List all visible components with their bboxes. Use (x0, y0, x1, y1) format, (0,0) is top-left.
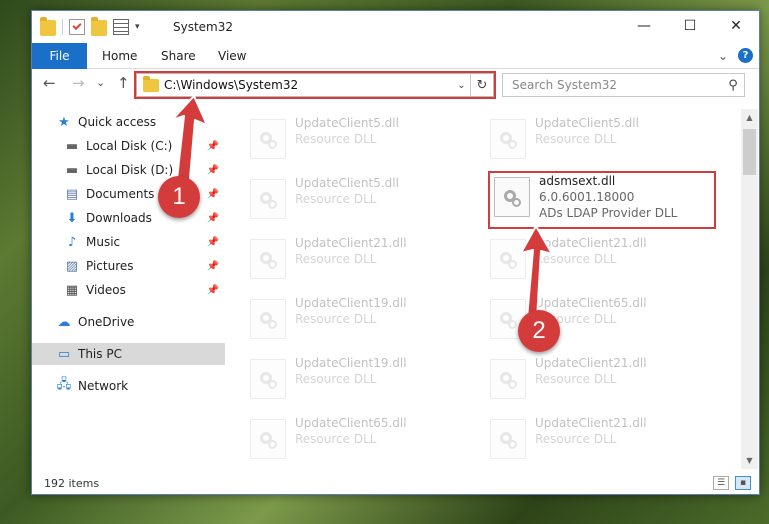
search-input[interactable]: Search System32 (503, 78, 722, 92)
up-button[interactable]: ↑ (117, 74, 130, 92)
dll-file-icon (490, 419, 526, 459)
music-icon: ♪ (67, 234, 77, 250)
downloads-icon: ⬇ (66, 210, 78, 226)
tab-file[interactable]: File (32, 43, 87, 69)
file-item[interactable]: UpdateClient19.dll Resource DLL (250, 355, 470, 407)
file-list: UpdateClient5.dll Resource DLL UpdateClie… (228, 109, 740, 469)
tab-share[interactable]: Share (161, 43, 196, 69)
minimize-button[interactable]: — (621, 11, 667, 41)
vertical-scrollbar[interactable]: ▲ ▼ (741, 109, 758, 469)
help-icon[interactable]: ? (738, 48, 753, 63)
status-bar: 192 items ☰ ▪ (32, 471, 759, 495)
pin-icon[interactable]: 📌 (207, 165, 219, 176)
search-icon[interactable]: ⚲ (722, 78, 744, 93)
dll-file-icon (490, 119, 526, 159)
scroll-down-icon[interactable]: ▼ (741, 452, 758, 469)
file-item-adsmsext[interactable]: adsmsext.dll 6.0.6001.18000 ADs LDAP Pro… (494, 173, 714, 225)
address-bar[interactable]: C:\Windows\System32 ⌄ ↻ (136, 73, 494, 97)
dll-file-icon (250, 119, 286, 159)
file-item[interactable]: UpdateClient19.dll Resource DLL (250, 295, 470, 347)
details-view-icon[interactable]: ☰ (713, 476, 729, 490)
cloud-icon: ☁ (57, 314, 71, 330)
drive-icon: ▬ (65, 162, 79, 178)
refresh-icon[interactable]: ↻ (471, 78, 493, 93)
file-item[interactable]: UpdateClient5.dll Resource DLL (250, 175, 470, 227)
window-title: System32 (173, 20, 234, 34)
ribbon-tabs: File Home Share View ⌄ ? (32, 43, 759, 69)
address-dropdown-icon[interactable]: ⌄ (453, 74, 471, 96)
dll-file-icon (250, 359, 286, 399)
file-item[interactable]: UpdateClient21.dll Resource DLL (490, 355, 710, 407)
network-icon: 🖧 (56, 377, 72, 392)
sidebar-item-pictures[interactable]: ▨ Pictures 📌 (32, 255, 225, 277)
quick-access-toolbar: ▾ (40, 17, 146, 36)
back-button[interactable]: ← (43, 74, 56, 92)
search-box[interactable]: Search System32 ⚲ (502, 73, 745, 97)
folder-icon (143, 75, 159, 92)
forward-button[interactable]: → (72, 74, 85, 92)
sidebar-item-local-disk-d[interactable]: ▬ Local Disk (D:) 📌 (32, 159, 225, 181)
recent-locations-button[interactable]: ⌄ (96, 76, 105, 89)
file-explorer-window: ▾ System32 — ☐ ✕ File Home Share View ⌄ … (31, 10, 760, 495)
sidebar-item-videos[interactable]: ▦ Videos 📌 (32, 279, 225, 301)
scroll-up-icon[interactable]: ▲ (741, 109, 758, 126)
pin-icon[interactable]: 📌 (207, 285, 219, 296)
file-item[interactable]: UpdateClient65.dll Resource DLL (250, 415, 470, 467)
customize-icon[interactable] (113, 19, 129, 35)
pin-icon[interactable]: 📌 (207, 261, 219, 272)
qat-dropdown-icon[interactable]: ▾ (135, 22, 140, 32)
new-folder-icon[interactable] (91, 17, 107, 36)
sidebar-item-onedrive[interactable]: ☁ OneDrive (32, 311, 225, 333)
sidebar-item-network[interactable]: 🖧 Network (32, 375, 225, 397)
sidebar-item-music[interactable]: ♪ Music 📌 (32, 231, 225, 253)
close-button[interactable]: ✕ (713, 11, 759, 41)
sidebar-item-downloads[interactable]: ⬇ Downloads 📌 (32, 207, 225, 229)
title-bar: ▾ System32 — ☐ ✕ (32, 11, 759, 43)
dll-file-icon (494, 177, 530, 217)
maximize-button[interactable]: ☐ (667, 11, 713, 41)
pin-icon[interactable]: 📌 (207, 237, 219, 248)
dll-file-icon (250, 179, 286, 219)
documents-icon: ▤ (65, 186, 79, 202)
dll-file-icon (490, 359, 526, 399)
file-item[interactable]: UpdateClient5.dll Resource DLL (490, 115, 710, 167)
videos-icon: ▦ (65, 282, 79, 298)
file-item[interactable]: UpdateClient21.dll Resource DLL (250, 235, 470, 287)
sidebar-item-quick-access[interactable]: ★ Quick access (32, 111, 225, 133)
file-item[interactable]: UpdateClient21.dll Resource DLL (490, 235, 710, 287)
item-count: 192 items (44, 476, 100, 490)
file-item[interactable]: UpdateClient21.dll Resource DLL (490, 415, 710, 467)
pictures-icon: ▨ (65, 258, 79, 274)
sidebar-item-this-pc[interactable]: ▭ This PC (32, 343, 225, 365)
pin-icon[interactable]: 📌 (207, 189, 219, 200)
tab-home[interactable]: Home (102, 43, 137, 69)
dll-file-icon (250, 419, 286, 459)
pin-icon[interactable]: 📌 (207, 141, 219, 152)
annotation-badge-2: 2 (518, 310, 560, 352)
dll-file-icon (250, 239, 286, 279)
annotation-badge-1: 1 (158, 176, 200, 218)
sidebar-item-local-disk-c[interactable]: ▬ Local Disk (C:) 📌 (32, 135, 225, 157)
scroll-thumb[interactable] (743, 129, 756, 175)
star-icon: ★ (58, 114, 70, 130)
computer-icon: ▭ (57, 346, 71, 362)
expand-ribbon-icon[interactable]: ⌄ (718, 49, 728, 63)
dll-file-icon (490, 239, 526, 279)
dll-file-icon (250, 299, 286, 339)
pin-icon[interactable]: 📌 (207, 213, 219, 224)
drive-icon: ▬ (65, 138, 79, 154)
address-path[interactable]: C:\Windows\System32 (164, 78, 453, 92)
tiles-view-icon[interactable]: ▪ (735, 476, 751, 490)
navigation-bar: ← → ⌄ ↑ C:\Windows\System32 ⌄ ↻ Search S… (32, 71, 759, 99)
file-item[interactable]: UpdateClient5.dll Resource DLL (250, 115, 470, 167)
folder-icon (40, 17, 56, 36)
tab-view[interactable]: View (218, 43, 246, 69)
properties-check-icon[interactable] (69, 19, 85, 35)
navigation-pane: ★ Quick access ▬ Local Disk (C:) 📌 ▬ Loc… (32, 109, 227, 469)
